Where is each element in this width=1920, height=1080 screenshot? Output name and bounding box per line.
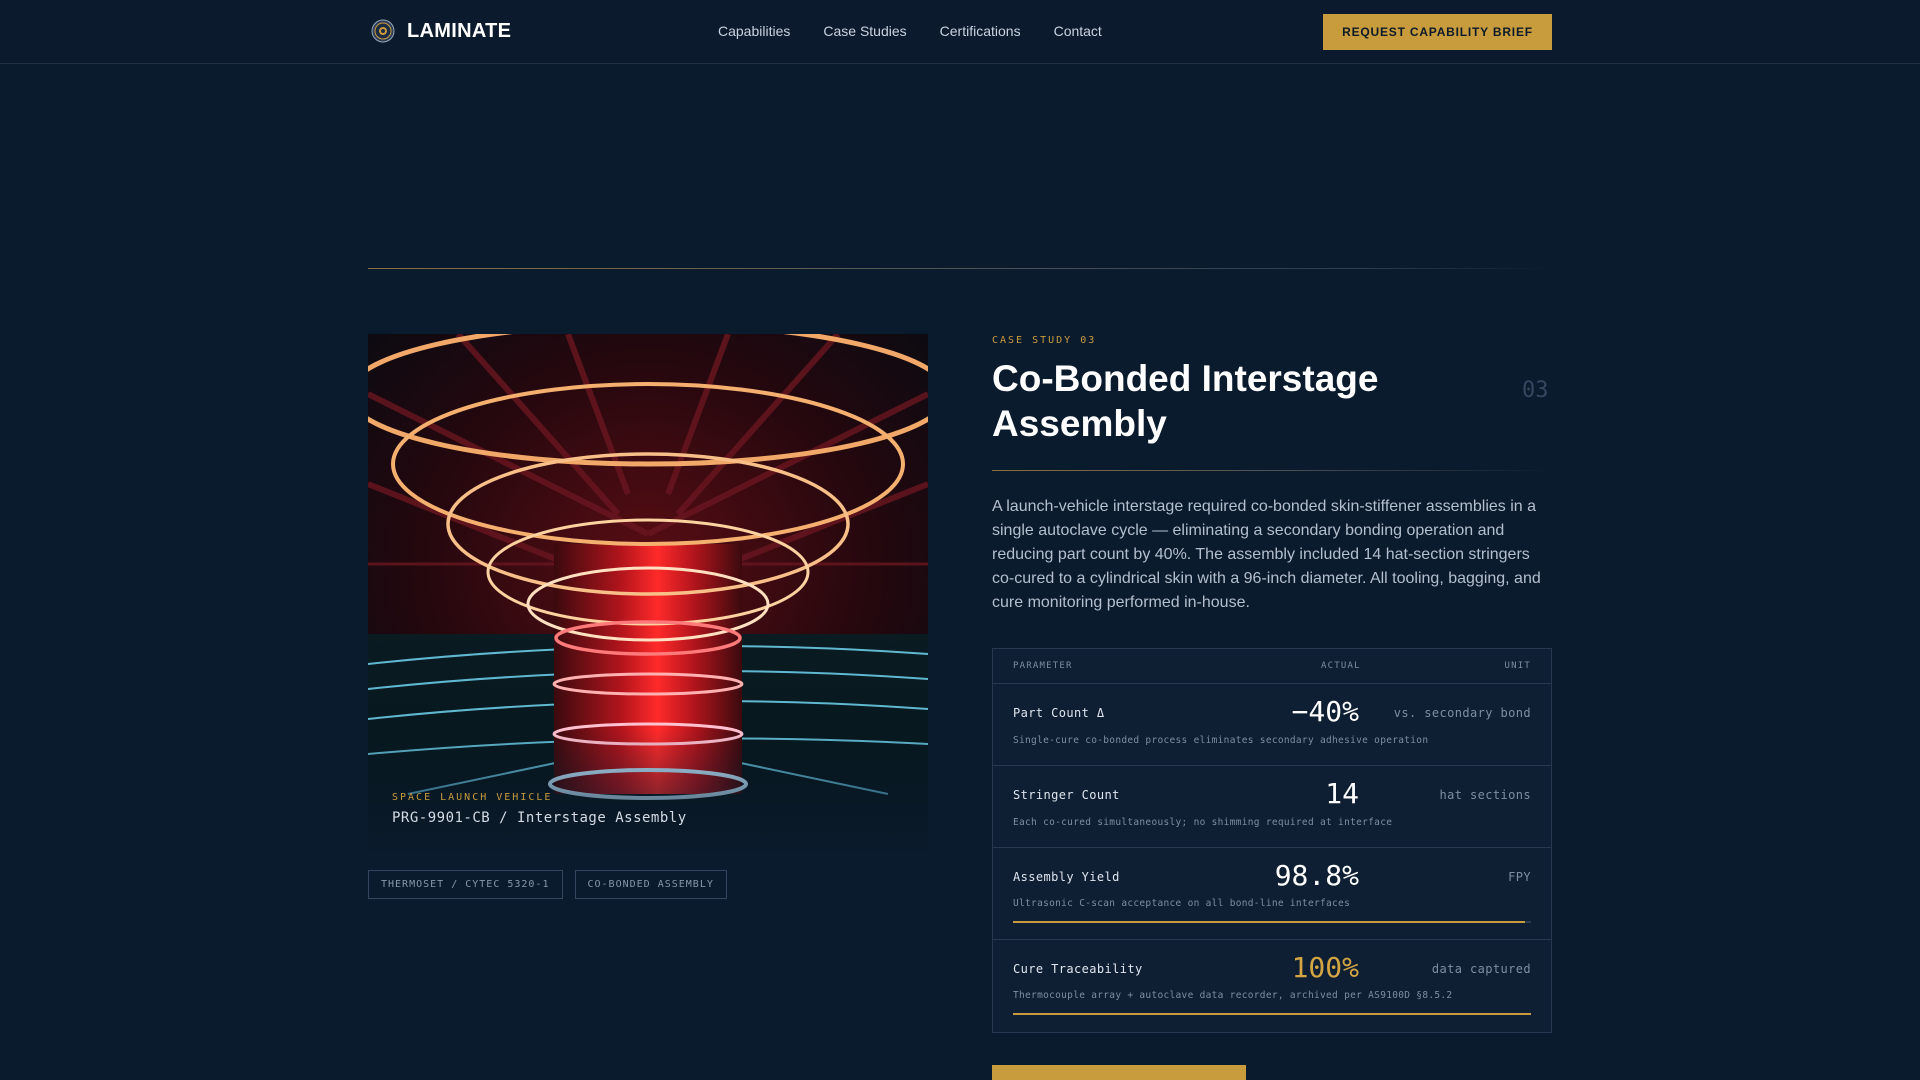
yield-progress-fill xyxy=(1013,921,1525,923)
header-parameter: PARAMETER xyxy=(1013,661,1073,671)
traceability-progress-fill xyxy=(1013,1013,1531,1015)
row-value: 100% xyxy=(1291,951,1359,984)
nav-link-certifications[interactable]: Certifications xyxy=(940,23,1021,39)
row-unit: FPY xyxy=(1508,870,1531,884)
section-divider xyxy=(368,268,1552,269)
row-unit: data captured xyxy=(1431,962,1531,976)
table-row: Stringer Count 14 hat sections Each co-c… xyxy=(993,766,1551,848)
table-row: Assembly Yield 98.8% FPY Ultrasonic C-sc… xyxy=(993,848,1551,940)
row-note: Single-cure co-bonded process eliminates… xyxy=(1013,735,1429,746)
brand-name: LAMINATE xyxy=(407,19,512,42)
image-kicker: SPACE LAUNCH VEHICLE xyxy=(392,792,553,803)
tag-process: CO-BONDED ASSEMBLY xyxy=(574,870,727,899)
nav-link-contact[interactable]: Contact xyxy=(1054,23,1102,39)
case-study-kicker: CASE STUDY 03 xyxy=(992,335,1097,346)
image-caption-gradient xyxy=(368,730,928,850)
image-caption: PRG-9901-CB / Interstage Assembly xyxy=(392,810,687,826)
brand[interactable]: LAMINATE xyxy=(371,19,511,43)
nav-link-capabilities[interactable]: Capabilities xyxy=(718,23,790,39)
nav-links: Capabilities Case Studies Certifications… xyxy=(718,23,1102,39)
table-header: PARAMETER ACTUAL UNIT xyxy=(993,649,1551,684)
row-unit: hat sections xyxy=(1439,788,1531,802)
row-parameter: Part Count Δ xyxy=(1013,706,1105,720)
row-note: Each co-cured simultaneously; no shimmin… xyxy=(1013,817,1393,828)
nav-link-case-studies[interactable]: Case Studies xyxy=(823,23,906,39)
row-note: Thermocouple array + autoclave data reco… xyxy=(1013,990,1453,1001)
brand-seal-icon xyxy=(371,19,395,43)
row-unit: vs. secondary bond xyxy=(1393,706,1531,720)
table-row: Part Count Δ −40% vs. secondary bond Sin… xyxy=(993,684,1551,766)
title-divider xyxy=(992,470,1552,471)
yield-progress-bar xyxy=(1013,921,1531,923)
row-value: 98.8% xyxy=(1274,859,1359,892)
header-unit: UNIT xyxy=(1504,661,1531,671)
row-value: −40% xyxy=(1291,695,1359,728)
tag-list: THERMOSET / CYTEC 5320-1 CO-BONDED ASSEM… xyxy=(368,870,727,899)
case-study-index: 03 xyxy=(1522,378,1549,403)
case-study-image: SPACE LAUNCH VEHICLE PRG-9901-CB / Inter… xyxy=(368,334,928,850)
row-parameter: Assembly Yield xyxy=(1013,870,1120,884)
case-study-action-button[interactable] xyxy=(992,1065,1246,1080)
top-nav: LAMINATE Capabilities Case Studies Certi… xyxy=(0,0,1920,64)
traceability-progress-bar xyxy=(1013,1013,1531,1015)
row-value: 14 xyxy=(1325,777,1359,810)
row-parameter: Stringer Count xyxy=(1013,788,1120,802)
table-row: Cure Traceability 100% data captured The… xyxy=(993,940,1551,1032)
row-parameter: Cure Traceability xyxy=(1013,962,1143,976)
header-actual: ACTUAL xyxy=(1321,661,1361,671)
row-note: Ultrasonic C-scan acceptance on all bond… xyxy=(1013,898,1351,909)
case-study-description: A launch-vehicle interstage required co-… xyxy=(992,498,1541,611)
case-study-title: Co-Bonded Interstage Assembly xyxy=(992,358,1379,444)
tag-material: THERMOSET / CYTEC 5320-1 xyxy=(368,870,563,899)
parameter-table: PARAMETER ACTUAL UNIT Part Count Δ −40% … xyxy=(992,648,1552,1033)
request-capability-brief-button[interactable]: REQUEST CAPABILITY BRIEF xyxy=(1323,14,1552,50)
